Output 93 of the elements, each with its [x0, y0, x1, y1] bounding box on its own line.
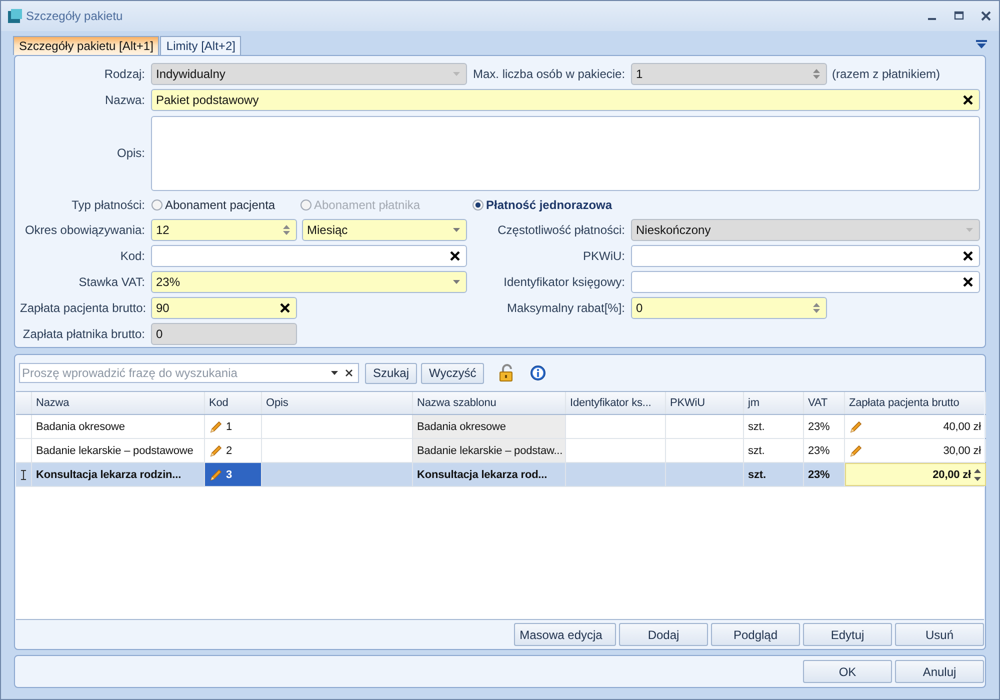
toolbar-button[interactable]: Szukaj: [365, 362, 418, 384]
search-field[interactable]: Proszę wprowadzić frazę do wyszukania: [19, 363, 359, 383]
field-label: Nazwa:: [104, 93, 145, 107]
column-header[interactable]: VAT: [804, 392, 845, 414]
pencil-icon[interactable]: [209, 444, 223, 458]
app-icon: [7, 8, 23, 24]
column-header[interactable]: PKWiU: [666, 392, 744, 414]
radio-option[interactable]: Płatność jednorazowa: [472, 198, 612, 212]
column-header[interactable]: Nazwa szablonu: [413, 392, 566, 414]
dropdown[interactable]: 23%: [151, 271, 467, 293]
dialog-button[interactable]: OK: [803, 660, 892, 683]
window-title: Szczegóły pakietu: [26, 9, 123, 23]
caret-icon: [453, 72, 460, 76]
column-header[interactable]: Identyfikator ks...: [566, 392, 666, 414]
field-label: Zapłata płatnika brutto:: [22, 327, 145, 341]
table-cell: Badania okresowe: [32, 415, 205, 438]
dialog-button[interactable]: Anuluj: [895, 660, 984, 683]
clear-icon[interactable]: [450, 251, 460, 261]
column-header[interactable]: Kod: [205, 392, 262, 414]
text-field[interactable]: [631, 245, 980, 267]
clear-icon[interactable]: [963, 251, 973, 261]
field-label: Kod:: [119, 249, 145, 263]
field-label: Zapłata pacjenta brutto:: [20, 301, 145, 315]
action-button[interactable]: Podgląd: [711, 623, 800, 646]
table-cell: 23%: [804, 439, 845, 462]
table-cell[interactable]: 2: [205, 439, 262, 462]
action-button[interactable]: Usuń: [895, 623, 984, 646]
dropdown[interactable]: Miesiąc: [302, 219, 467, 241]
table-cell: szt.: [744, 439, 804, 462]
text-field[interactable]: 90: [151, 297, 297, 319]
table-row[interactable]: Konsultacja lekarza rodzin... 3 Konsultacja lekarza rod... szt. 23% 20,00 zł: [16, 463, 984, 487]
text-field[interactable]: Pakiet podstawowy: [151, 89, 980, 111]
table-cell[interactable]: 30,00 zł: [845, 439, 986, 462]
pencil-icon[interactable]: [209, 420, 223, 434]
caret-icon: [966, 228, 973, 232]
caret-icon: [453, 228, 460, 232]
field-label: Rodzaj:: [103, 67, 145, 81]
text-cursor-icon: [21, 470, 26, 480]
tab[interactable]: Limity [Alt+2]: [160, 36, 242, 55]
tab[interactable]: Szczegóły pakietu [Alt+1]: [13, 36, 160, 55]
table-row[interactable]: Badania okresowe 1 Badania okresowe szt. 23% 40,00 zł: [16, 415, 984, 439]
action-button[interactable]: Dodaj: [619, 623, 708, 646]
spin-box[interactable]: 0: [631, 297, 827, 319]
toolbar-button[interactable]: Wyczyść: [421, 362, 484, 384]
maximize-icon[interactable]: [954, 11, 964, 21]
info-icon[interactable]: [530, 365, 546, 381]
column-header[interactable]: Zapłata pacjenta brutto: [845, 392, 986, 414]
table-cell: szt.: [744, 463, 804, 486]
cell-editor[interactable]: 20,00 zł: [845, 463, 986, 486]
spin-arrows-icon: [283, 225, 290, 235]
column-header[interactable]: Nazwa: [32, 392, 205, 414]
table-cell: Badanie lekarskie – podstawowe: [32, 439, 205, 462]
clear-icon[interactable]: [280, 303, 290, 313]
field-label: Max. liczba osób w pakiecie:: [473, 67, 625, 81]
spin-arrows-icon: [974, 468, 981, 480]
field-label: Stawka VAT:: [78, 275, 145, 289]
field-label: Opis:: [116, 146, 145, 160]
pencil-icon[interactable]: [849, 444, 863, 458]
pencil-icon[interactable]: [209, 468, 223, 482]
table-cell[interactable]: 3: [205, 463, 262, 486]
field-note: (razem z płatnikiem): [832, 67, 940, 81]
radio-option[interactable]: Abonament pacjenta: [151, 198, 300, 212]
action-button[interactable]: Edytuj: [803, 623, 892, 646]
field-label: Częstotliwość płatności:: [496, 223, 625, 237]
close-icon[interactable]: [981, 11, 991, 21]
field-label: Typ płatności:: [70, 198, 145, 212]
clear-icon[interactable]: [963, 277, 973, 287]
table-cell: Badania okresowe: [413, 415, 566, 438]
table-cell[interactable]: 1: [205, 415, 262, 438]
pencil-icon[interactable]: [849, 420, 863, 434]
column-header[interactable]: Opis: [262, 392, 413, 414]
action-button[interactable]: Masowa edycja: [514, 623, 616, 646]
text-field[interactable]: [631, 271, 980, 293]
collapse-icon[interactable]: [976, 40, 987, 49]
table-cell[interactable]: 40,00 zł: [845, 415, 986, 438]
clear-icon[interactable]: [345, 369, 353, 377]
memo-field[interactable]: [151, 116, 980, 190]
field-label: Maksymalny rabat[%]:: [506, 301, 625, 315]
table-cell: 23%: [804, 415, 845, 438]
spin-box[interactable]: 12: [151, 219, 297, 241]
caret-icon: [453, 280, 460, 284]
clear-icon[interactable]: [963, 95, 973, 105]
column-header[interactable]: jm: [744, 392, 804, 414]
field-label: PKWiU:: [582, 249, 625, 263]
table-cell: szt.: [744, 415, 804, 438]
spin-arrows-icon: [813, 69, 820, 79]
text-field[interactable]: [151, 245, 467, 267]
field-label: Identyfikator księgowy:: [502, 275, 625, 289]
spin-arrows-icon: [813, 303, 820, 313]
table-cell: Konsultacja lekarza rod...: [413, 463, 566, 486]
field-label: Okres obowiązywania:: [24, 223, 145, 237]
table-cell: Badanie lekarskie – podstaw...: [413, 439, 566, 462]
caret-icon[interactable]: [331, 371, 338, 375]
